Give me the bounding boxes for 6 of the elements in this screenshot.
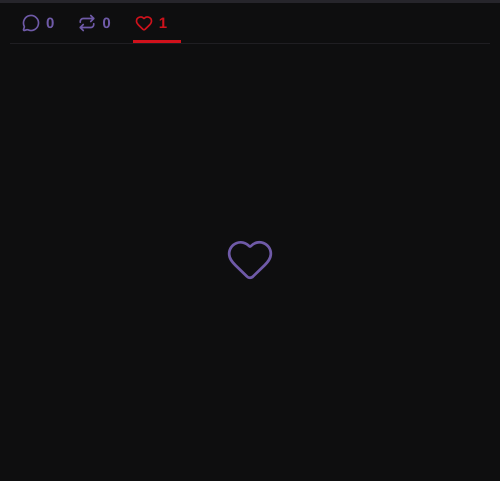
repost-icon — [78, 14, 96, 32]
comment-icon — [22, 14, 40, 32]
heart-icon — [134, 14, 153, 32]
tab[interactable]: 0 — [76, 3, 125, 43]
tab[interactable]: 1 — [132, 3, 182, 43]
tab[interactable]: 0 — [20, 3, 68, 43]
